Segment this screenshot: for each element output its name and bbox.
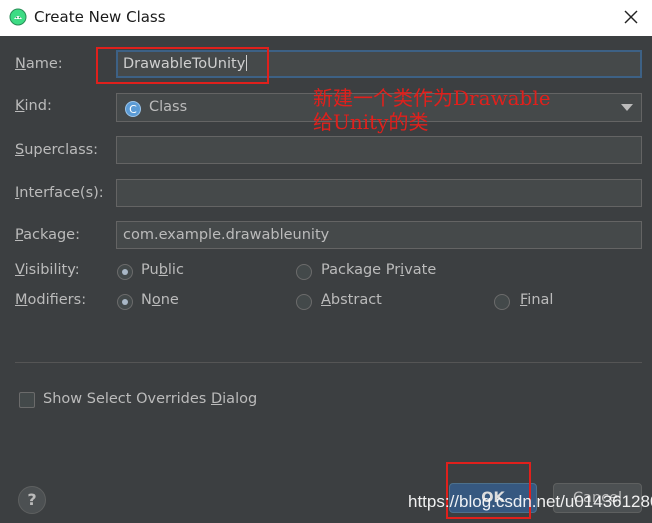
modifiers-label: Modifiers: — [15, 292, 87, 308]
package-input[interactable]: com.example.drawableunity — [116, 221, 642, 249]
package-value: com.example.drawableunity — [123, 227, 330, 243]
package-label: Package: — [15, 227, 80, 243]
interfaces-label: Interface(s): — [15, 185, 104, 201]
radio-abstract[interactable] — [296, 294, 312, 310]
name-label: Name: — [15, 56, 63, 72]
superclass-input[interactable] — [116, 136, 642, 164]
android-studio-icon — [9, 8, 27, 26]
interfaces-input[interactable] — [116, 179, 642, 207]
show-overrides-label[interactable]: Show Select Overrides Dialog — [43, 391, 257, 407]
help-button[interactable]: ? — [18, 486, 46, 514]
radio-final-label[interactable]: Final — [520, 292, 553, 308]
class-icon: C — [125, 101, 141, 117]
chevron-down-icon[interactable] — [621, 104, 633, 111]
annotation-line-1: 新建一个类作为Drawable — [313, 86, 551, 110]
window-title: Create New Class — [34, 8, 166, 26]
radio-final[interactable] — [494, 294, 510, 310]
watermark: https://blog.csdn.net/u014361280 — [408, 492, 652, 511]
visibility-label: Visibility: — [15, 262, 80, 278]
radio-public[interactable] — [117, 264, 133, 280]
radio-abstract-label[interactable]: Abstract — [321, 292, 382, 308]
kind-value: Class — [149, 99, 188, 115]
radio-none[interactable] — [117, 294, 133, 310]
name-value: DrawableToUnity — [123, 56, 246, 72]
radio-none-label[interactable]: None — [141, 292, 179, 308]
superclass-label: Superclass: — [15, 142, 99, 158]
kind-label: Kind: — [15, 98, 52, 114]
close-icon[interactable] — [618, 4, 644, 30]
title-bar: Create New Class — [0, 0, 652, 36]
text-caret — [246, 55, 248, 71]
name-input[interactable]: DrawableToUnity — [116, 50, 642, 78]
show-overrides-checkbox[interactable] — [19, 392, 35, 408]
radio-package-private[interactable] — [296, 264, 312, 280]
annotation-line-2: 给Unity的类 — [313, 110, 429, 134]
annotation-text: 新建一个类作为Drawable 给Unity的类 — [313, 86, 551, 134]
separator — [15, 362, 642, 363]
radio-public-label[interactable]: Public — [141, 262, 184, 278]
radio-package-private-label[interactable]: Package Private — [321, 262, 436, 278]
